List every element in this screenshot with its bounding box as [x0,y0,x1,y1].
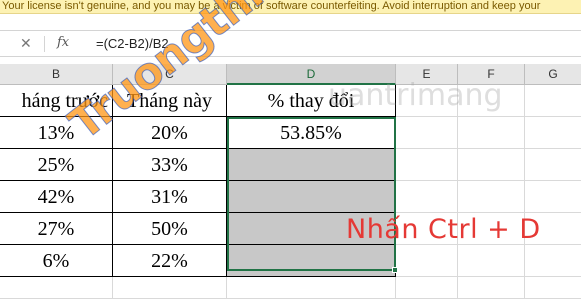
cell-e6[interactable] [396,245,458,277]
cell-c7[interactable] [113,277,227,299]
instruction-annotation: Nhấn Ctrl + D [346,214,541,245]
cell-c4[interactable]: 31% [113,181,227,213]
cell-e3[interactable] [396,149,458,181]
cell-f4[interactable] [458,181,525,213]
cell-c2[interactable]: 20% [113,117,227,149]
cancel-icon[interactable]: ✕ [20,35,32,52]
column-header-g[interactable]: G [525,64,581,85]
cell-c3[interactable]: 33% [113,149,227,181]
insert-function-icon[interactable]: fx [57,35,69,50]
cell-d3[interactable] [227,149,396,181]
cell-g6[interactable] [525,245,581,277]
watermark-quantrimang: uantrimang [328,78,503,113]
cell-d6[interactable] [227,245,396,277]
cell-g4[interactable] [525,181,581,213]
cell-f7[interactable] [458,277,525,299]
cell-f6[interactable] [458,245,525,277]
cell-f2[interactable] [458,117,525,149]
cell-b7[interactable] [0,277,113,299]
formula-bar-separator [44,36,45,52]
cell-b4[interactable]: 42% [0,181,113,213]
cell-g2[interactable] [525,117,581,149]
cell-b3[interactable]: 25% [0,149,113,181]
cell-c6[interactable]: 22% [113,245,227,277]
cell-e4[interactable] [396,181,458,213]
cell-b5[interactable]: 27% [0,213,113,245]
cell-f3[interactable] [458,149,525,181]
cell-g1[interactable] [525,85,581,117]
cell-b6[interactable]: 6% [0,245,113,277]
cell-d4[interactable] [227,181,396,213]
formula-bar: ✕ fx =(C2-B2)/B2 [0,30,581,57]
fill-handle[interactable] [392,267,398,273]
cell-g7[interactable] [525,277,581,299]
cell-c5[interactable]: 50% [113,213,227,245]
license-warning-banner[interactable]: Your license isn't genuine, and you may … [0,0,581,14]
cell-d2[interactable]: 53.85% [227,117,396,149]
cell-e2[interactable] [396,117,458,149]
cell-e7[interactable] [396,277,458,299]
cell-d7[interactable] [227,277,396,299]
cell-g3[interactable] [525,149,581,181]
